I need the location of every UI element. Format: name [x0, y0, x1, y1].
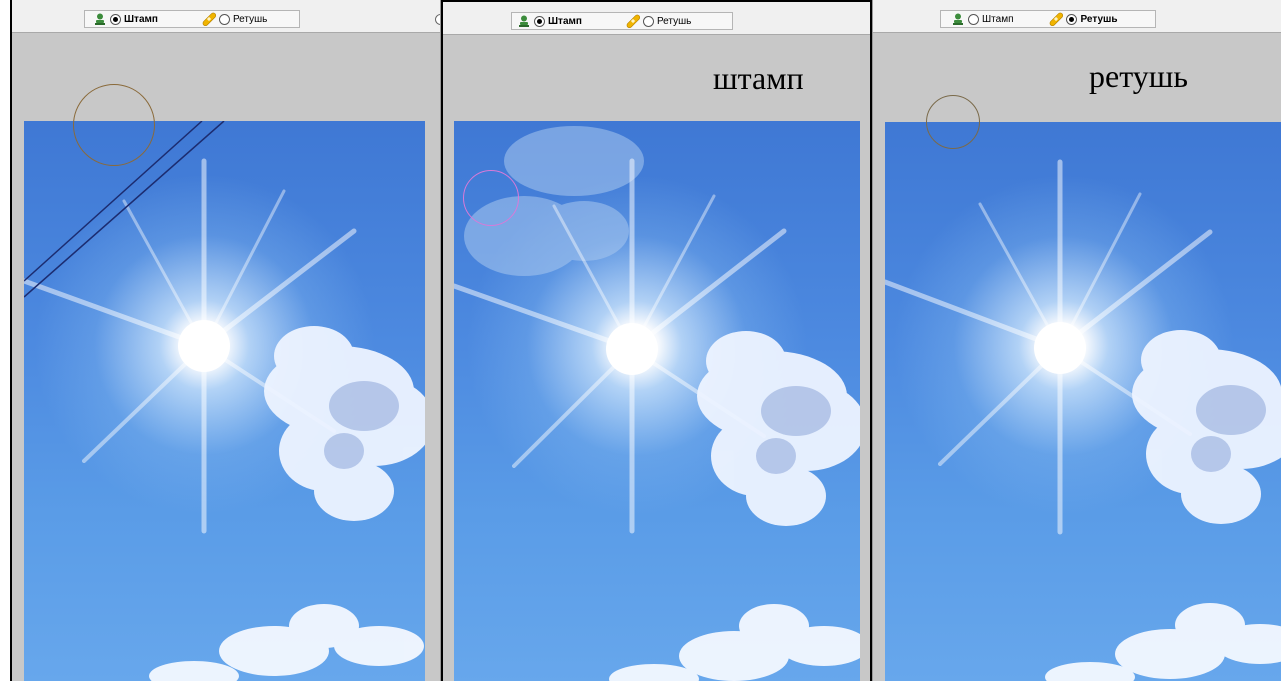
panel-right: Штамп Ретушь ретушь — [872, 0, 1281, 681]
retouch-radio[interactable] — [218, 13, 230, 25]
retouch-option[interactable]: Ретушь — [626, 14, 692, 29]
photo-canvas[interactable] — [24, 121, 425, 681]
retouch-label: Ретушь — [1080, 13, 1118, 25]
sky-photo — [885, 159, 1281, 681]
stamp-icon — [517, 14, 531, 28]
tool-options-group: Штамп Ретушь — [84, 10, 300, 28]
photo-canvas[interactable] — [885, 122, 1281, 681]
brush-cursor — [73, 84, 155, 166]
retouch-label: Ретушь — [656, 15, 692, 27]
retouch-radio[interactable] — [642, 15, 654, 27]
bandage-icon — [626, 14, 640, 29]
retouch-option[interactable]: Ретушь — [202, 12, 268, 27]
toolbar: Штамп Ретушь — [443, 2, 870, 35]
stamp-radio[interactable] — [968, 13, 979, 25]
brush-cursor — [926, 95, 980, 149]
panel-middle: Штамп Ретушь штамп — [441, 0, 872, 681]
tool-options-group: Штамп Ретушь — [511, 12, 733, 30]
tool-options-group: Штамп Ретушь — [940, 10, 1156, 28]
stamp-label: Штамп — [982, 13, 1014, 25]
stamp-option[interactable]: Штамп — [93, 12, 158, 26]
stamp-label: Штамп — [124, 13, 158, 25]
toolbar: Штамп Ретушь — [873, 0, 1281, 33]
stamp-option[interactable]: Штамп — [517, 14, 582, 28]
bandage-icon — [1049, 12, 1064, 27]
stamp-radio[interactable] — [110, 13, 121, 25]
bandage-icon — [202, 12, 216, 27]
panel-left: Штамп Ретушь — [10, 0, 441, 681]
sky-photo — [24, 121, 425, 681]
retouch-option[interactable]: Ретушь — [1049, 12, 1118, 27]
stamp-icon — [951, 12, 965, 26]
stamp-label: Штамп — [548, 15, 582, 27]
stamp-radio[interactable] — [534, 15, 545, 27]
stamp-icon — [93, 12, 107, 26]
toolbar: Штамп Ретушь — [12, 0, 440, 33]
stamp-option[interactable]: Штамп — [951, 12, 1013, 26]
panel-caption: штамп — [713, 60, 804, 96]
panel-caption: ретушь — [1089, 58, 1188, 94]
brush-cursor — [463, 170, 519, 226]
retouch-label: Ретушь — [232, 13, 268, 25]
retouch-radio[interactable] — [1066, 13, 1078, 25]
